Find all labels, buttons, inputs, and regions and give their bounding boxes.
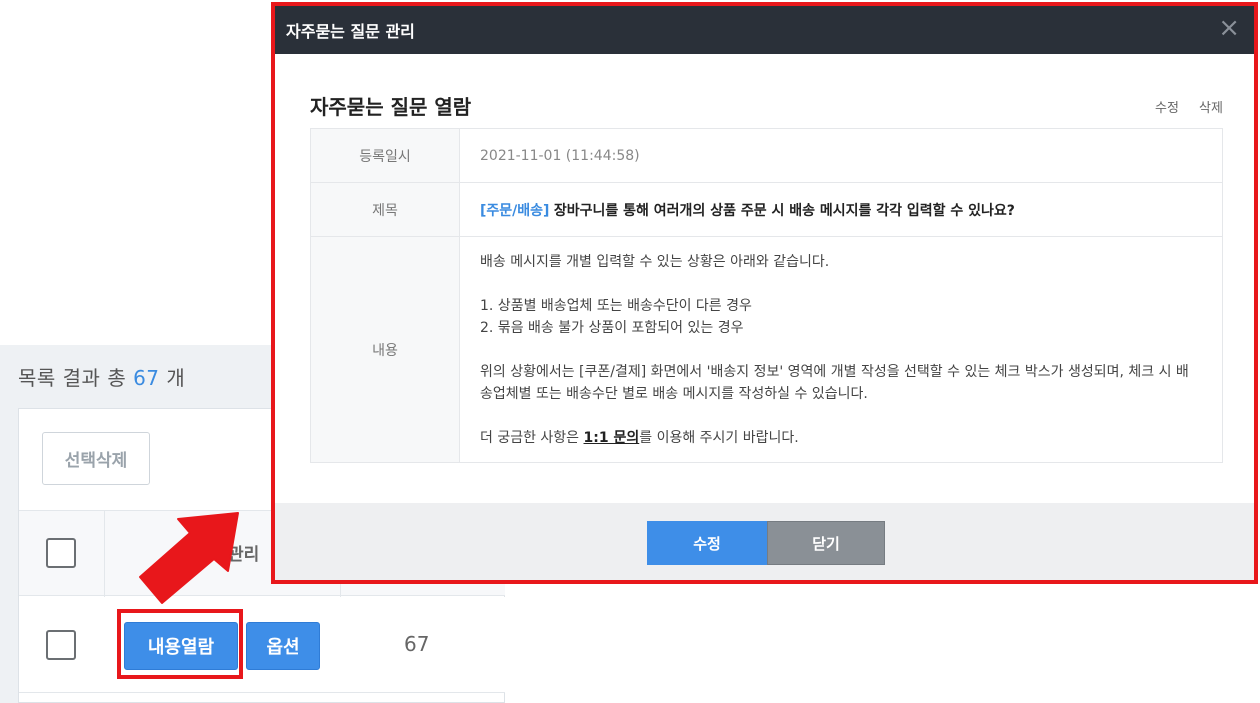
row-checkbox[interactable]: [46, 630, 76, 660]
result-count-number: 67: [133, 366, 160, 390]
select-all-checkbox[interactable]: [46, 538, 76, 568]
result-count-prefix: 목록 결과 총: [18, 366, 127, 390]
arrow-pointer-icon: [139, 512, 239, 604]
delete-selected-button[interactable]: 선택삭제: [42, 432, 150, 485]
highlight-box: [271, 2, 1258, 584]
result-count: 목록 결과 총 67 개: [18, 362, 185, 391]
result-count-suffix: 개: [166, 366, 186, 390]
option-button[interactable]: 옵션: [246, 622, 320, 670]
highlight-box: [117, 609, 243, 679]
row-number: 67: [404, 632, 430, 656]
